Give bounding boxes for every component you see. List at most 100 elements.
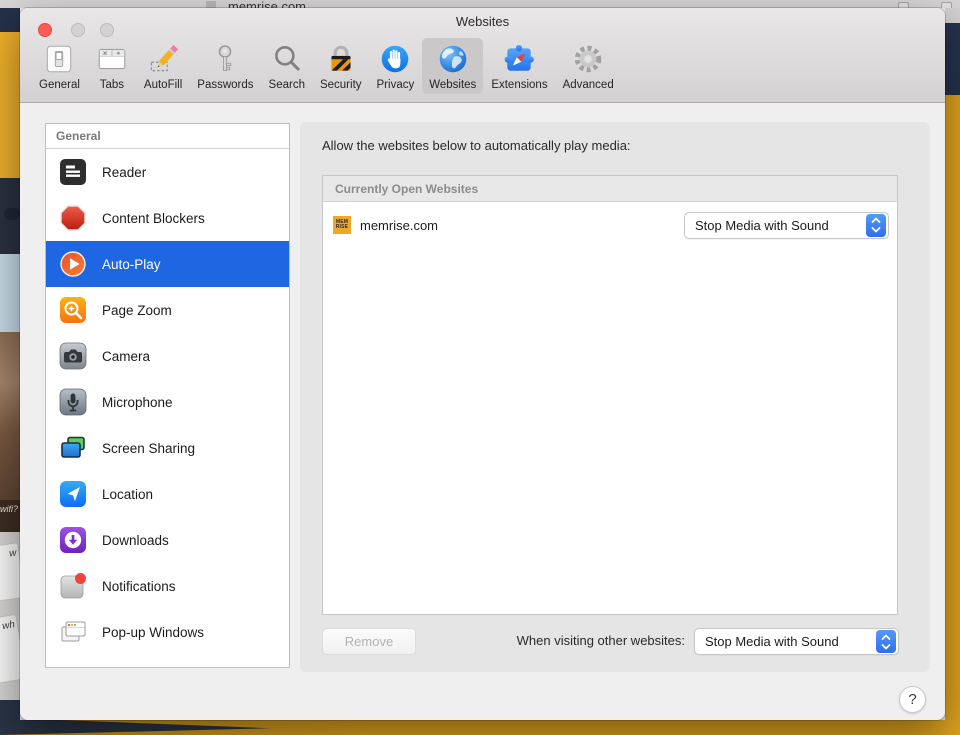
privacy-icon (378, 42, 412, 76)
microphone-icon (59, 388, 87, 416)
sidebar-item-screen-sharing[interactable]: Screen Sharing (46, 425, 289, 471)
sidebar-item-location[interactable]: Location (46, 471, 289, 517)
passwords-icon (208, 42, 242, 76)
background-block (945, 23, 960, 95)
background-block (0, 254, 20, 332)
security-icon (324, 42, 358, 76)
location-icon (59, 480, 87, 508)
background-block (0, 8, 20, 32)
general-icon (42, 42, 76, 76)
minimize-button[interactable] (71, 23, 85, 37)
remove-button[interactable]: Remove (322, 628, 416, 655)
sidebar-item-popup-windows[interactable]: Pop-up Windows (46, 609, 289, 655)
table-header: Currently Open Websites (323, 176, 897, 202)
notifications-icon (59, 572, 87, 600)
background-block (945, 95, 960, 735)
sidebar-item-label: Page Zoom (102, 303, 172, 318)
dropdown-value: Stop Media with Sound (685, 218, 866, 233)
tab-label: General (39, 79, 80, 91)
tab-label: Search (269, 79, 305, 91)
other-websites-dropdown[interactable]: Stop Media with Sound (694, 628, 899, 655)
tab-websites[interactable]: Websites (422, 38, 483, 94)
background-block (945, 8, 960, 23)
sidebar-item-downloads[interactable]: Downloads (46, 517, 289, 563)
background-card: wh (0, 614, 20, 685)
auto-play-icon (59, 250, 87, 278)
sidebar-item-label: Location (102, 487, 153, 502)
background-photo-caption: wifi? (0, 500, 20, 532)
background-photo (0, 332, 20, 500)
dropdown-arrows-icon (866, 214, 886, 237)
page-zoom-icon (59, 296, 87, 324)
camera-icon (59, 342, 87, 370)
site-policy-dropdown[interactable]: Stop Media with Sound (684, 212, 889, 239)
sidebar-item-label: Auto-Play (102, 257, 161, 272)
websites-icon (436, 42, 470, 76)
help-button[interactable]: ? (899, 686, 926, 713)
currently-open-websites-table: Currently Open Websites MEM RISE memrise… (322, 175, 898, 615)
sidebar-item-camera[interactable]: Camera (46, 333, 289, 379)
safari-preferences-window: Websites General (20, 8, 945, 720)
tab-label: Extensions (491, 79, 547, 91)
toolbar-tabs: General Tabs (32, 38, 622, 94)
tab-passwords[interactable]: Passwords (190, 38, 260, 94)
background-card: w (0, 542, 20, 602)
table-row: MEM RISE memrise.com Stop Media with Sou… (323, 202, 897, 248)
tab-label: Websites (429, 79, 476, 91)
search-icon (270, 42, 304, 76)
sidebar-item-reader[interactable]: Reader (46, 149, 289, 195)
background-page-bottom (0, 720, 960, 735)
screen-sharing-icon (59, 434, 87, 462)
sidebar-item-label: Microphone (102, 395, 173, 410)
auto-play-panel: Allow the websites below to automaticall… (300, 122, 930, 672)
screen: memrise.com wifi? w wh Websites (0, 0, 960, 735)
sidebar-item-auto-play[interactable]: Auto-Play (46, 241, 289, 287)
close-button[interactable] (38, 23, 52, 37)
tab-label: Advanced (563, 79, 614, 91)
sidebar-item-label: Notifications (102, 579, 176, 594)
sidebar-item-microphone[interactable]: Microphone (46, 379, 289, 425)
when-visiting-label: When visiting other websites: (440, 633, 685, 648)
advanced-icon (571, 42, 605, 76)
panel-description: Allow the websites below to automaticall… (322, 138, 631, 153)
sidebar-item-notifications[interactable]: Notifications (46, 563, 289, 609)
sidebar-item-page-zoom[interactable]: Page Zoom (46, 287, 289, 333)
content-blockers-icon (59, 204, 87, 232)
tab-autofill[interactable]: AutoFill (137, 38, 189, 94)
background-block (0, 720, 280, 735)
sidebar-item-content-blockers[interactable]: Content Blockers (46, 195, 289, 241)
tab-label: Security (320, 79, 362, 91)
popup-windows-icon (59, 618, 87, 646)
dropdown-arrows-icon (876, 630, 896, 653)
tab-label: Tabs (100, 79, 124, 91)
tab-label: Privacy (377, 79, 415, 91)
tab-tabs[interactable]: Tabs (88, 38, 136, 94)
tab-general[interactable]: General (32, 38, 87, 94)
reader-icon (59, 158, 87, 186)
sidebar-item-label: Pop-up Windows (102, 625, 204, 640)
tab-label: Passwords (197, 79, 253, 91)
background-tab-title: memrise.com (228, 0, 306, 8)
tab-search[interactable]: Search (262, 38, 312, 94)
background-block (0, 32, 20, 178)
tabs-icon (95, 42, 129, 76)
sidebar-header: General (46, 124, 289, 149)
sidebar-item-label: Content Blockers (102, 211, 205, 226)
downloads-icon (59, 526, 87, 554)
tab-privacy[interactable]: Privacy (370, 38, 422, 94)
site-name: memrise.com (360, 218, 684, 233)
extensions-icon (502, 42, 536, 76)
window-title: Websites (20, 14, 945, 29)
background-page-right (945, 8, 960, 735)
sidebar-item-label: Reader (102, 165, 146, 180)
background-tab-bar: memrise.com (0, 0, 960, 8)
autofill-icon (146, 42, 180, 76)
zoom-button[interactable] (100, 23, 114, 37)
memrise-favicon: MEM RISE (333, 216, 351, 234)
bottom-controls: Remove When visiting other websites: Sto… (300, 628, 930, 658)
background-page-left: wifi? w wh (0, 8, 20, 735)
tab-security[interactable]: Security (313, 38, 369, 94)
tab-extensions[interactable]: Extensions (484, 38, 554, 94)
tab-label: AutoFill (144, 79, 182, 91)
tab-advanced[interactable]: Advanced (556, 38, 621, 94)
